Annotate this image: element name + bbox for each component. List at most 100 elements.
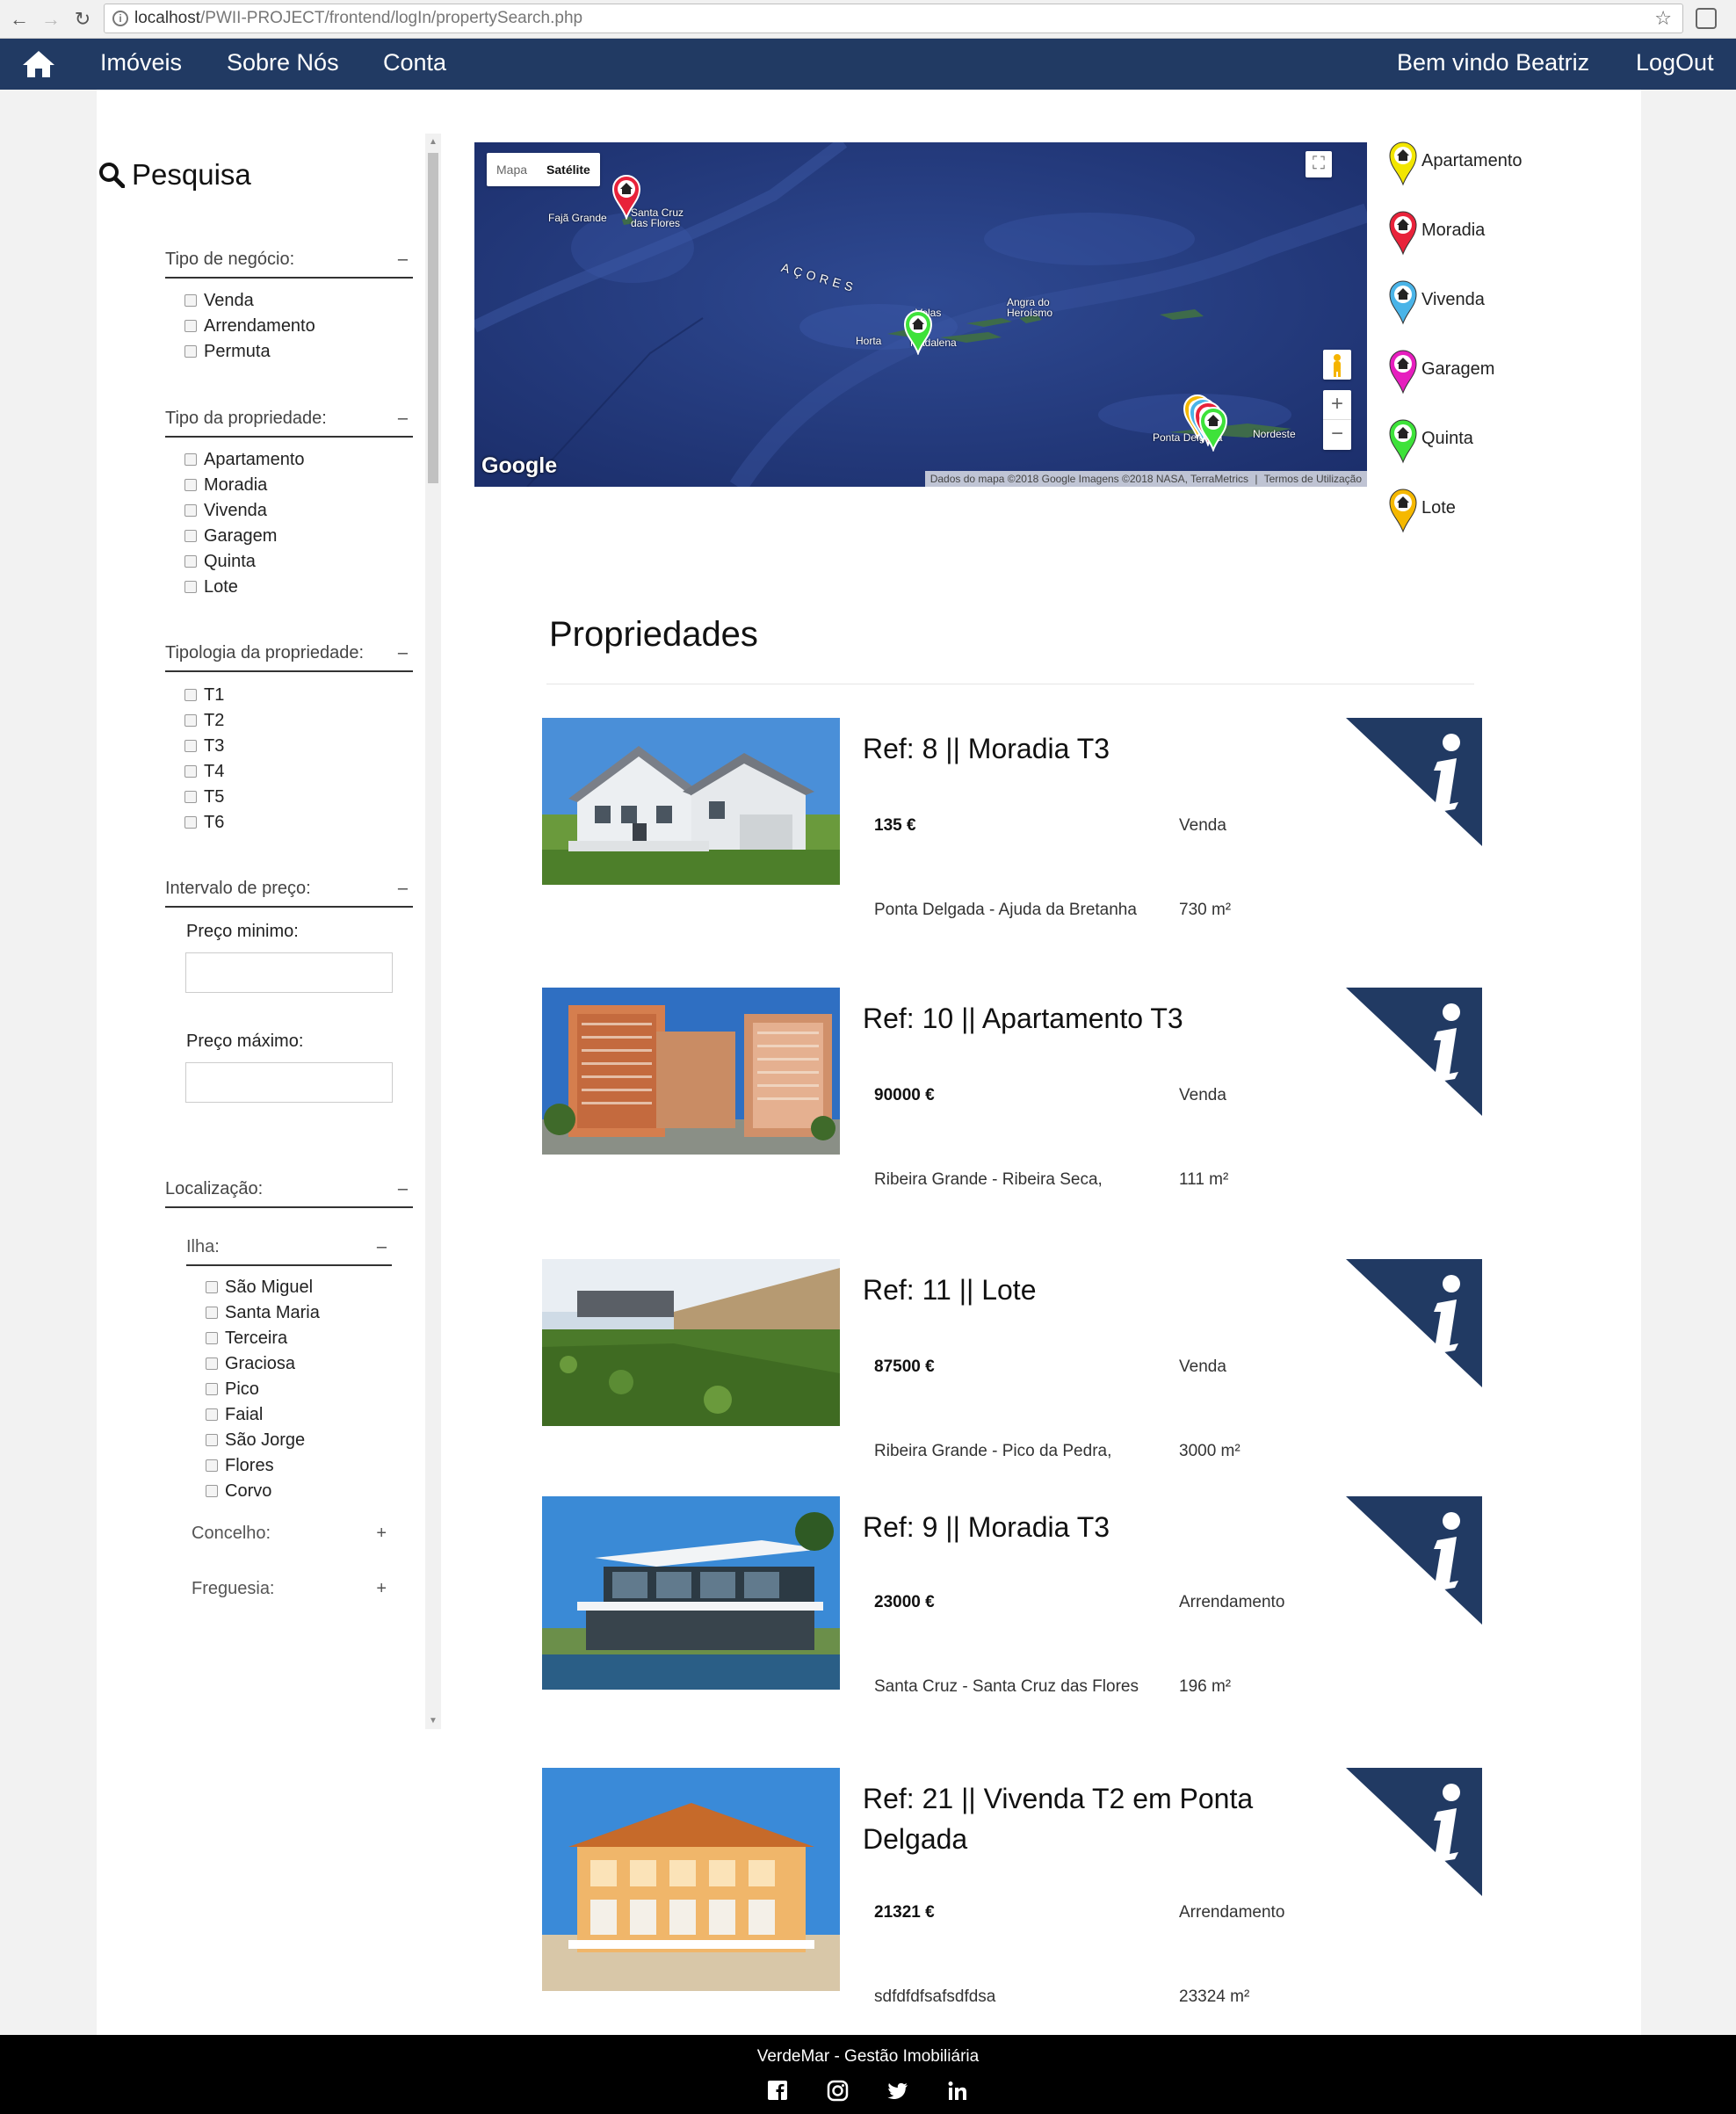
pegman-icon[interactable] (1323, 350, 1351, 380)
checkbox-t5[interactable]: T5 (184, 785, 224, 810)
forward-arrow-icon[interactable]: → (39, 7, 63, 32)
business-type-list: Venda Arrendamento Permuta (184, 288, 315, 365)
extension-icon[interactable] (1696, 8, 1717, 29)
property-type-header[interactable]: Tipo da propriedade: – (165, 409, 413, 438)
collapse-toggle[interactable]: – (398, 879, 408, 899)
property-title[interactable]: Ref: 21 || Vivenda T2 em Ponta Delgada (863, 1778, 1284, 1859)
collapse-toggle[interactable]: – (398, 409, 408, 429)
map-type-satellite[interactable]: Satélite (537, 153, 600, 186)
checkbox-venda[interactable]: Venda (184, 288, 315, 314)
property-photo-lot[interactable] (542, 1259, 840, 1426)
sidebar-scrollbar[interactable]: ▲ ▼ (425, 134, 441, 1729)
checkbox-santa-maria[interactable]: Santa Maria (206, 1300, 320, 1326)
checkbox-garagem[interactable]: Garagem (184, 524, 305, 549)
checkbox-apartamento[interactable]: Apartamento (184, 447, 305, 473)
property-title[interactable]: Ref: 10 || Apartamento T3 (863, 998, 1284, 1039)
expand-toggle[interactable]: + (376, 1524, 387, 1544)
address-bar[interactable]: i localhost/PWII-PROJECT/frontend/logIn/… (104, 4, 1683, 33)
map-type-control[interactable]: Mapa Satélite (487, 153, 600, 186)
checkbox-lote[interactable]: Lote (184, 575, 305, 600)
checkbox-sao-miguel[interactable]: São Miguel (206, 1275, 320, 1300)
info-icon[interactable] (1346, 718, 1482, 846)
zoom-in-button[interactable]: + (1323, 390, 1351, 420)
property-business: Arrendamento (1179, 1903, 1285, 1922)
location-label: Localização: (165, 1179, 264, 1198)
map-marker-quinta-icon[interactable] (903, 309, 933, 355)
nav-sobre-nos[interactable]: Sobre Nós (227, 49, 339, 76)
checkbox-terceira[interactable]: Terceira (206, 1326, 320, 1351)
instagram-icon[interactable] (826, 2079, 850, 2103)
map-terms-link[interactable]: Termos de Utilização (1264, 473, 1362, 485)
home-icon[interactable] (21, 49, 56, 79)
info-icon[interactable] (1346, 988, 1482, 1116)
checkbox-sao-jorge[interactable]: São Jorge (206, 1428, 320, 1453)
price-range-header[interactable]: Intervalo de preço: – (165, 879, 413, 908)
fullscreen-icon[interactable]: ⛶ (1306, 151, 1332, 177)
typology-header[interactable]: Tipologia da propriedade: – (165, 643, 413, 672)
property-price: 135 € (874, 816, 916, 835)
info-icon[interactable]: i (112, 11, 128, 26)
island-header[interactable]: Ilha: – (186, 1237, 392, 1266)
business-type-header[interactable]: Tipo de negócio: – (165, 250, 413, 279)
legend-item-lote: Lote (1388, 488, 1564, 537)
collapse-toggle[interactable]: – (398, 250, 408, 270)
property-card[interactable]: Ref: 10 || Apartamento T3 90000 € Venda … (542, 988, 1482, 1189)
reload-icon[interactable]: ↻ (70, 7, 95, 32)
collapse-toggle[interactable]: – (398, 643, 408, 663)
parish-header[interactable]: Freguesia: + (192, 1579, 392, 1599)
nav-conta[interactable]: Conta (383, 49, 446, 76)
scroll-down-arrow[interactable]: ▼ (429, 1716, 438, 1726)
map-type-mapa[interactable]: Mapa (487, 153, 537, 186)
back-arrow-icon[interactable]: ← (7, 7, 32, 32)
url-host: localhost (134, 9, 200, 27)
nav-imoveis[interactable]: Imóveis (100, 49, 182, 76)
scroll-up-arrow[interactable]: ▲ (429, 137, 438, 147)
scroll-thumb[interactable] (428, 153, 438, 483)
location-header[interactable]: Localização: – (165, 1179, 413, 1208)
linkedin-icon[interactable] (945, 2079, 970, 2103)
checkbox-flores[interactable]: Flores (206, 1453, 320, 1479)
checkbox-corvo[interactable]: Corvo (206, 1479, 320, 1504)
property-title[interactable]: Ref: 11 || Lote (863, 1270, 1284, 1310)
checkbox-faial[interactable]: Faial (206, 1402, 320, 1428)
checkbox-graciosa[interactable]: Graciosa (206, 1351, 320, 1377)
property-title[interactable]: Ref: 9 || Moradia T3 (863, 1507, 1284, 1547)
property-card[interactable]: Ref: 8 || Moradia T3 135 € Venda Ponta D… (542, 718, 1482, 919)
max-price-input[interactable] (185, 1062, 393, 1103)
property-photo-house[interactable] (542, 718, 840, 885)
property-title[interactable]: Ref: 8 || Moradia T3 (863, 728, 1284, 769)
map-marker-quinta-icon[interactable] (1198, 406, 1228, 452)
checkbox-t3[interactable]: T3 (184, 734, 224, 759)
facebook-icon[interactable] (766, 2079, 791, 2103)
map-marker-moradia-icon[interactable] (611, 174, 641, 220)
checkbox-permuta[interactable]: Permuta (184, 339, 315, 365)
property-card[interactable]: Ref: 11 || Lote 87500 € Venda Ribeira Gr… (542, 1259, 1482, 1460)
property-photo-villa[interactable] (542, 1768, 840, 1991)
checkbox-t1[interactable]: T1 (184, 683, 224, 708)
collapse-toggle[interactable]: – (377, 1237, 387, 1257)
checkbox-t6[interactable]: T6 (184, 810, 224, 836)
collapse-toggle[interactable]: – (398, 1179, 408, 1199)
checkbox-t4[interactable]: T4 (184, 759, 224, 785)
info-icon[interactable] (1346, 1768, 1482, 1896)
star-icon[interactable]: ☆ (1654, 4, 1672, 33)
twitter-icon[interactable] (886, 2079, 910, 2103)
info-icon[interactable] (1346, 1259, 1482, 1387)
property-map[interactable]: Mapa Satélite ⛶ + − Fajã Grande Santa Cru… (474, 142, 1367, 487)
property-photo-modern-house[interactable] (542, 1496, 840, 1690)
property-photo-apartment[interactable] (542, 988, 840, 1155)
checkbox-vivenda[interactable]: Vivenda (184, 498, 305, 524)
info-icon[interactable] (1346, 1496, 1482, 1625)
min-price-input[interactable] (185, 952, 393, 993)
property-card[interactable]: Ref: 21 || Vivenda T2 em Ponta Delgada 2… (542, 1768, 1482, 2006)
checkbox-t2[interactable]: T2 (184, 708, 224, 734)
expand-toggle[interactable]: + (376, 1579, 387, 1599)
zoom-out-button[interactable]: − (1323, 420, 1351, 450)
property-card[interactable]: Ref: 9 || Moradia T3 23000 € Arrendament… (542, 1496, 1482, 1696)
checkbox-quinta[interactable]: Quinta (184, 549, 305, 575)
checkbox-pico[interactable]: Pico (206, 1377, 320, 1402)
checkbox-moradia[interactable]: Moradia (184, 473, 305, 498)
county-header[interactable]: Concelho: + (192, 1524, 392, 1544)
checkbox-arrendamento[interactable]: Arrendamento (184, 314, 315, 339)
logout-link[interactable]: LogOut (1636, 49, 1714, 76)
